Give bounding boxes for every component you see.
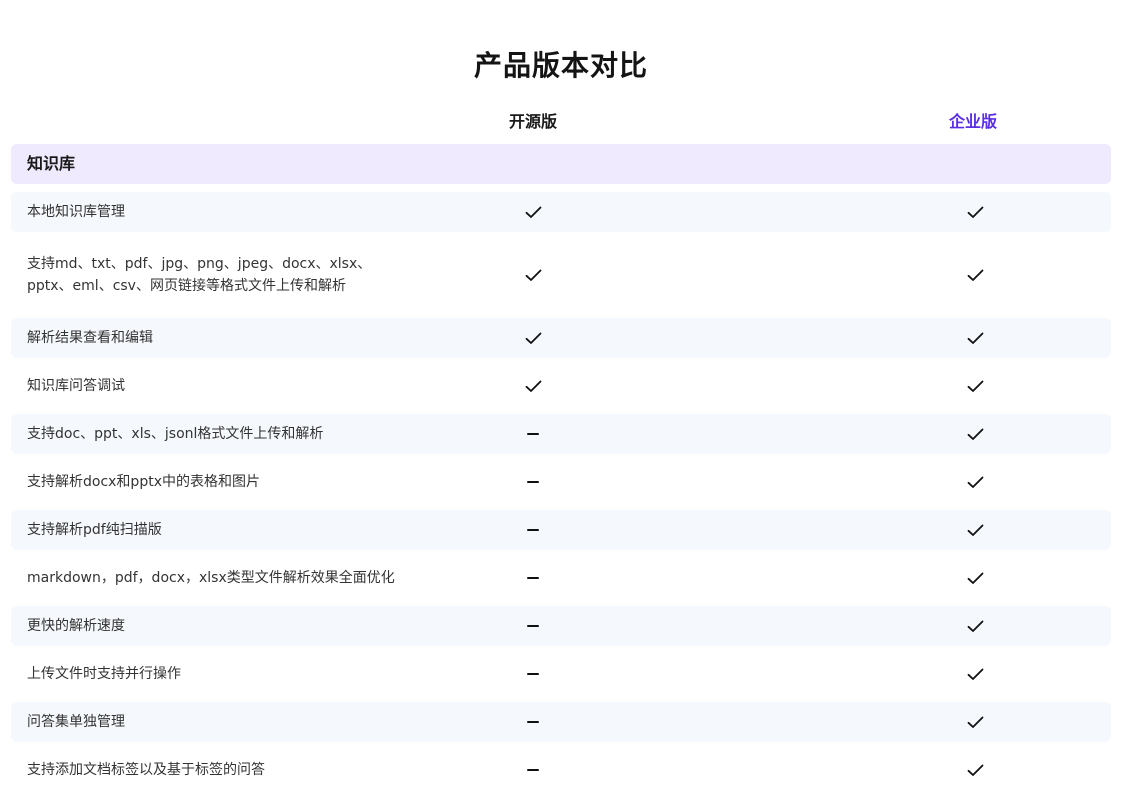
feature-label: 支持解析docx和pptx中的表格和图片 [27,474,260,490]
section-header-knowledge-base: 知识库 [11,144,1111,184]
feature-row: 支持解析docx和pptx中的表格和图片 [11,462,1111,502]
feature-label: 上传文件时支持并行操作 [27,666,181,682]
section-label: 知识库 [27,154,76,173]
check-icon [965,664,985,684]
check-icon [965,472,985,492]
feature-row: 解析结果查看和编辑 [11,318,1111,358]
dash-icon [523,616,543,636]
check-icon [965,520,985,540]
dash-icon [523,760,543,780]
feature-label: 知识库问答调试 [27,378,125,394]
check-icon [965,424,985,444]
feature-label: 支持添加文档标签以及基于标签的问答 [27,762,265,778]
dash-icon [523,568,543,588]
feature-row: 本地知识库管理 [11,192,1111,232]
feature-label: 问答集单独管理 [27,714,125,730]
feature-row: 支持md、txt、pdf、jpg、png、jpeg、docx、xlsx、pptx… [11,240,1111,310]
feature-label: 支持doc、ppt、xls、jsonl格式文件上传和解析 [27,426,324,442]
check-icon [965,328,985,348]
feature-label: 支持md、txt、pdf、jpg、png、jpeg、docx、xlsx、pptx… [27,256,372,294]
column-header-open-source: 开源版 [508,112,557,131]
feature-row: 更快的解析速度 [11,606,1111,646]
dash-icon [523,664,543,684]
feature-label: 更快的解析速度 [27,618,125,634]
feature-label: 本地知识库管理 [27,204,125,220]
dash-icon [523,424,543,444]
comparison-table: 本地知识库管理 支持md、txt、pdf、jpg、png、jpeg、docx、x… [11,192,1111,798]
check-icon [965,568,985,588]
column-header-row: 开源版 企业版 [0,110,1136,134]
check-icon [965,202,985,222]
column-header-enterprise: 企业版 [948,112,997,131]
feature-label: 解析结果查看和编辑 [27,330,153,346]
dash-icon [523,712,543,732]
feature-row: 知识库问答调试 [11,366,1111,406]
feature-row: 上传文件时支持并行操作 [11,654,1111,694]
check-icon [965,376,985,396]
check-icon [965,760,985,780]
check-icon [523,376,543,396]
check-icon [965,616,985,636]
feature-label: markdown，pdf，docx，xlsx类型文件解析效果全面优化 [27,570,395,586]
check-icon [965,265,985,285]
feature-row: markdown，pdf，docx，xlsx类型文件解析效果全面优化 [11,558,1111,598]
feature-label: 支持解析pdf纯扫描版 [27,522,162,538]
check-icon [523,328,543,348]
check-icon [965,712,985,732]
feature-row: 支持doc、ppt、xls、jsonl格式文件上传和解析 [11,414,1111,454]
feature-row: 支持添加文档标签以及基于标签的问答 [11,750,1111,790]
feature-row: 支持解析pdf纯扫描版 [11,510,1111,550]
check-icon [523,202,543,222]
feature-row: 问答集单独管理 [11,702,1111,742]
page-title: 产品版本对比 [473,49,648,82]
dash-icon [523,472,543,492]
dash-icon [523,520,543,540]
check-icon [523,265,543,285]
